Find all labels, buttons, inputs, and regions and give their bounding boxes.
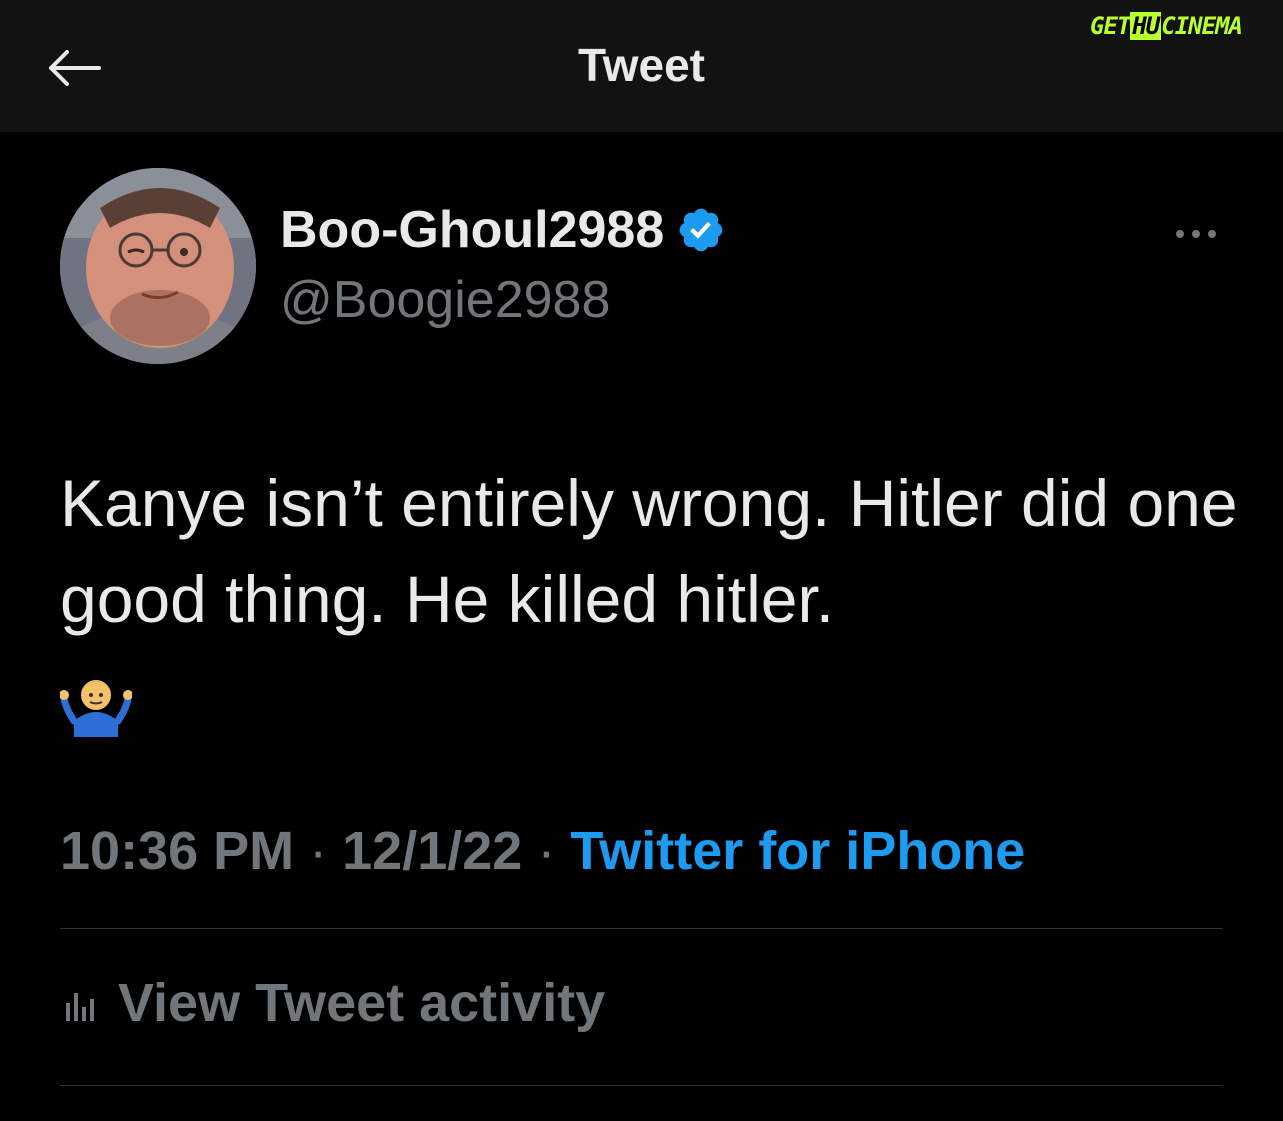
watermark-part-b: HU: [1130, 12, 1162, 40]
meta-separator: ·: [537, 821, 556, 881]
man-shrugging-emoji: [59, 665, 133, 737]
tweet-time: 10:36 PM: [60, 821, 295, 881]
page-title: Tweet: [578, 39, 705, 91]
author-name: Boo-Ghoul2988: [280, 201, 665, 259]
watermark-logo: GET HU CINEMA: [1090, 10, 1243, 42]
top-app-bar: Tweet GET HU CINEMA: [0, 0, 1283, 132]
tweet-date: 12/1/22: [342, 821, 523, 881]
tweet-text: Kanye isn’t entirely wrong. Hitler did o…: [60, 466, 1238, 636]
tweet-body: Kanye isn’t entirely wrong. Hitler did o…: [59, 455, 1240, 743]
view-tweet-activity-button[interactable]: View Tweet activity: [60, 972, 605, 1034]
activity-label: View Tweet activity: [118, 973, 606, 1033]
bar-chart-icon: [66, 993, 94, 1021]
author-name-row[interactable]: Boo-Ghoul2988: [280, 200, 726, 260]
meta-separator: ·: [309, 821, 328, 881]
more-options-button[interactable]: [1168, 214, 1224, 254]
author-handle[interactable]: @Boogie2988: [280, 270, 610, 330]
tweet-source-link[interactable]: Twitter for iPhone: [570, 821, 1025, 881]
avatar[interactable]: [60, 168, 256, 364]
watermark-part-c: CINEMA: [1161, 12, 1243, 40]
divider: [60, 1085, 1223, 1086]
divider: [60, 928, 1223, 929]
tweet-metadata: 10:36 PM · 12/1/22 · Twitter for iPhone: [60, 820, 1025, 882]
more-horizontal-icon: [1176, 230, 1216, 238]
avatar-photo: [60, 168, 256, 364]
watermark-part-a: GET: [1090, 12, 1131, 40]
verified-badge-icon: [679, 208, 723, 252]
